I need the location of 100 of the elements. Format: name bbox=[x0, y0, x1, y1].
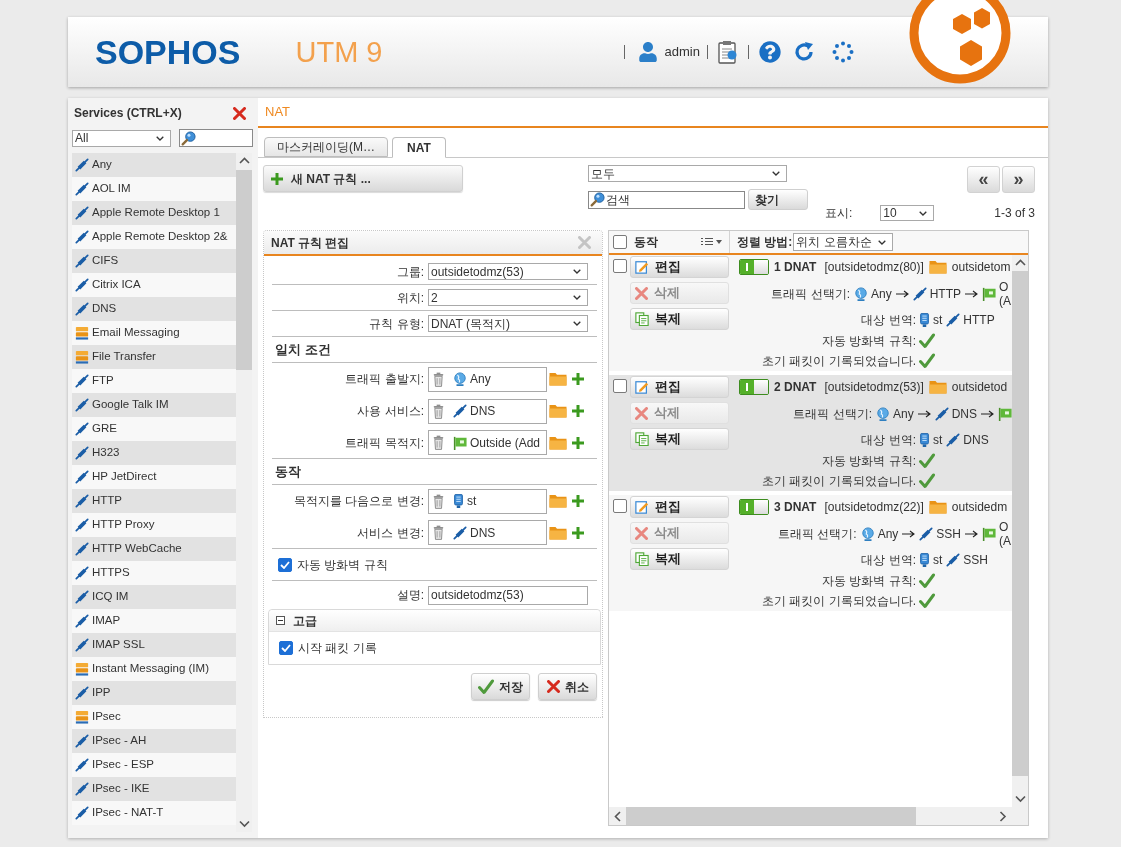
service-list-item[interactable]: HTTP Proxy bbox=[72, 513, 236, 537]
service-list-item[interactable]: IPsec bbox=[72, 705, 236, 729]
plus-icon[interactable] bbox=[572, 495, 584, 507]
service-list-item[interactable]: Any bbox=[72, 153, 236, 177]
help-icon[interactable] bbox=[759, 41, 781, 63]
service-list-item[interactable]: IMAP SSL bbox=[72, 633, 236, 657]
dropdown-select[interactable]: 2 bbox=[428, 289, 588, 306]
copy-button[interactable]: 복제 bbox=[630, 548, 729, 570]
service-list-item[interactable]: IPsec - AH bbox=[72, 729, 236, 753]
section-header-bar[interactable]: 고급 bbox=[269, 610, 600, 632]
user-icon[interactable] bbox=[637, 42, 658, 62]
new-rule-button[interactable]: 새 NAT 규칙 ... bbox=[263, 165, 463, 192]
service-list-item[interactable]: CIFS bbox=[72, 249, 236, 273]
service-list-item[interactable]: Email Messaging bbox=[72, 321, 236, 345]
collapse-icon[interactable] bbox=[276, 616, 285, 625]
plus-icon[interactable] bbox=[572, 373, 584, 385]
service-list-item[interactable]: H323 bbox=[72, 441, 236, 465]
service-list-item[interactable]: HTTPS bbox=[72, 561, 236, 585]
checkbox[interactable] bbox=[613, 379, 627, 393]
filter-select[interactable]: 모두 bbox=[588, 165, 787, 182]
chevron-down-icon[interactable] bbox=[1014, 795, 1026, 803]
plus-icon[interactable] bbox=[572, 405, 584, 417]
object-field[interactable]: DNS bbox=[428, 520, 547, 545]
trash-icon[interactable] bbox=[433, 371, 444, 387]
checkbox[interactable] bbox=[613, 259, 627, 273]
trash-icon[interactable] bbox=[433, 493, 444, 509]
trash-icon[interactable] bbox=[433, 525, 444, 540]
chevron-right-icon[interactable] bbox=[999, 810, 1007, 822]
service-list-item[interactable]: HTTP WebCache bbox=[72, 537, 236, 561]
username[interactable]: admin bbox=[664, 42, 700, 62]
search-field[interactable]: 검색 bbox=[588, 190, 745, 209]
service-list-item[interactable]: GRE bbox=[72, 417, 236, 441]
service-list-item[interactable]: IPsec - NAT-T bbox=[72, 801, 236, 825]
service-list-item[interactable]: HTTP bbox=[72, 489, 236, 513]
search-field[interactable] bbox=[179, 129, 253, 147]
service-list-item[interactable]: Apple Remote Desktop 1 bbox=[72, 201, 236, 225]
service-list-item[interactable]: AOL IM bbox=[72, 177, 236, 201]
tab[interactable]: NAT bbox=[392, 137, 446, 158]
object-field[interactable]: Outside (Add bbox=[428, 430, 547, 455]
refresh-icon[interactable] bbox=[793, 41, 815, 63]
save-button[interactable]: 저장 bbox=[471, 673, 530, 700]
cancel-button[interactable]: 취소 bbox=[538, 673, 597, 700]
chevron-down-icon[interactable] bbox=[238, 820, 250, 828]
scrollbar-thumb[interactable] bbox=[626, 807, 916, 825]
chevron-up-icon[interactable] bbox=[238, 157, 250, 165]
service-list-item[interactable]: DNS bbox=[72, 297, 236, 321]
sort-select[interactable]: 위치 오름차순 bbox=[793, 233, 894, 251]
folder-icon[interactable] bbox=[549, 404, 567, 418]
object-field[interactable]: DNS bbox=[428, 398, 547, 424]
folder-icon[interactable] bbox=[549, 435, 567, 450]
close-icon[interactable] bbox=[233, 106, 246, 120]
dropdown-select[interactable]: outsidetodmz(53) bbox=[428, 263, 588, 280]
edit-button[interactable]: 편집 bbox=[630, 256, 729, 278]
toggle-switch[interactable] bbox=[739, 259, 769, 275]
service-list-item[interactable]: HP JetDirect bbox=[72, 465, 236, 489]
trash-icon[interactable] bbox=[433, 435, 444, 450]
toggle-switch[interactable] bbox=[739, 379, 769, 395]
service-list-item[interactable]: File Transfer bbox=[72, 345, 236, 369]
edit-button[interactable]: 편집 bbox=[630, 376, 729, 398]
folder-icon[interactable] bbox=[549, 372, 567, 386]
page-size-select[interactable]: 10 bbox=[880, 205, 935, 221]
service-list-item[interactable]: Instant Messaging (IM) bbox=[72, 657, 236, 681]
scrollbar-thumb[interactable] bbox=[236, 170, 252, 370]
checkbox[interactable] bbox=[613, 499, 627, 513]
cable-icon bbox=[75, 278, 89, 292]
service-list-item[interactable]: IMAP bbox=[72, 609, 236, 633]
chevron-left-icon[interactable] bbox=[614, 810, 622, 822]
object-field[interactable]: st bbox=[428, 488, 547, 514]
tab[interactable]: 마스커레이딩(M… bbox=[264, 137, 388, 157]
service-list-item[interactable]: FTP bbox=[72, 369, 236, 393]
copy-button[interactable]: 복제 bbox=[630, 308, 729, 330]
service-list-item[interactable]: IPP bbox=[72, 681, 236, 705]
service-list-item[interactable]: IPsec - IKE bbox=[72, 777, 236, 801]
checkbox[interactable] bbox=[278, 557, 292, 572]
checkbox[interactable] bbox=[279, 641, 293, 655]
edit-button[interactable]: 편집 bbox=[630, 496, 729, 518]
object-field[interactable]: Any bbox=[428, 366, 547, 392]
folder-icon[interactable] bbox=[549, 494, 567, 508]
folder-icon[interactable] bbox=[549, 525, 567, 540]
toggle-switch[interactable] bbox=[739, 499, 769, 515]
checkbox[interactable] bbox=[613, 235, 627, 249]
next-page-button[interactable]: » bbox=[1002, 166, 1035, 193]
trash-icon[interactable] bbox=[433, 403, 444, 419]
copy-button[interactable]: 복제 bbox=[630, 428, 729, 450]
input-field[interactable]: outsidetodmz(53) bbox=[428, 585, 588, 605]
service-list-item[interactable]: Apple Remote Desktop 2& bbox=[72, 225, 236, 249]
clipboard-icon[interactable] bbox=[718, 40, 738, 64]
plus-icon[interactable] bbox=[572, 436, 584, 449]
find-button[interactable]: 찾기 bbox=[748, 189, 808, 210]
service-list-item[interactable]: Citrix ICA bbox=[72, 273, 236, 297]
service-list-item[interactable]: Google Talk IM bbox=[72, 393, 236, 417]
previous-page-button[interactable]: « bbox=[967, 166, 1000, 193]
list-icon[interactable] bbox=[701, 237, 723, 247]
dropdown-select[interactable]: DNAT (목적지) bbox=[428, 315, 588, 332]
service-list-item[interactable]: IPsec - ESP bbox=[72, 753, 236, 777]
plus-icon[interactable] bbox=[572, 526, 584, 539]
service-list-item[interactable]: ICQ IM bbox=[72, 585, 236, 609]
chevron-up-icon[interactable] bbox=[1014, 259, 1026, 267]
filter-select[interactable]: All bbox=[72, 129, 171, 147]
scrollbar[interactable] bbox=[609, 807, 1012, 825]
